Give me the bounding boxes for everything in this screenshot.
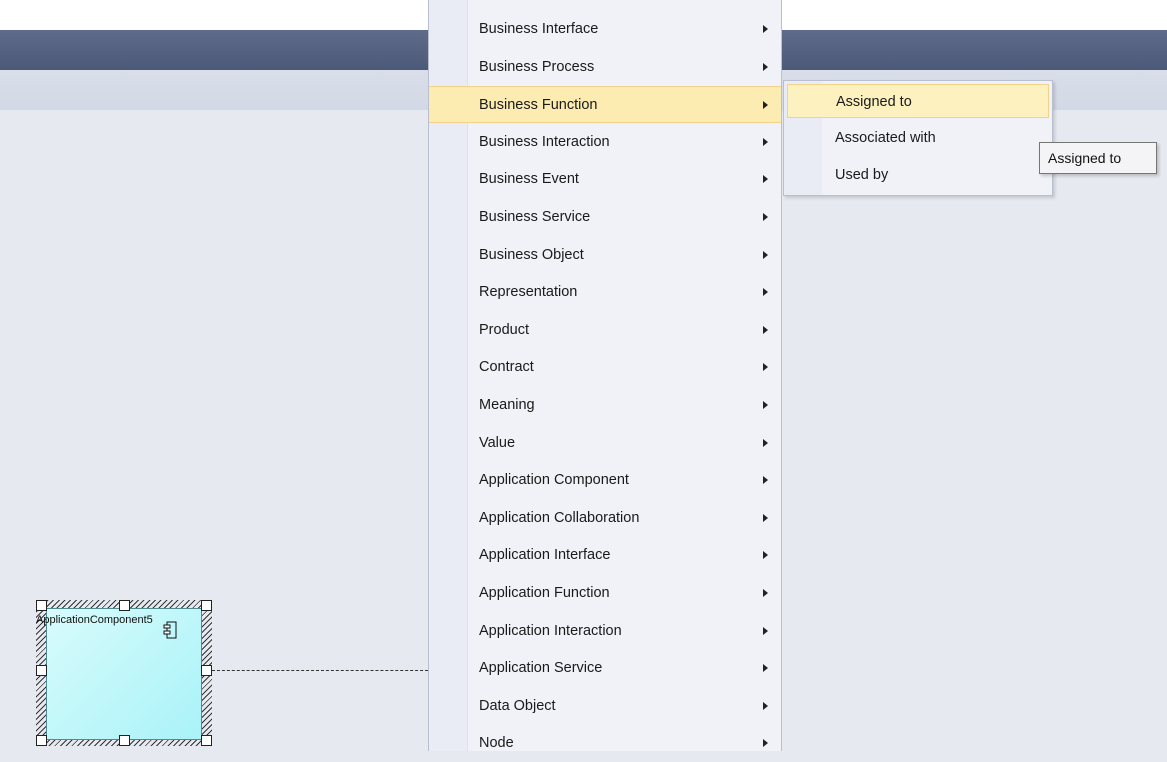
resize-handle-ne[interactable] bbox=[201, 600, 212, 611]
menu-item-application-interaction[interactable]: Application Interaction bbox=[429, 613, 781, 650]
menu-item-business-event[interactable]: Business Event bbox=[429, 161, 781, 198]
menu-item-label: Business Process bbox=[479, 58, 595, 75]
menu-item-label: Business Interface bbox=[479, 21, 599, 37]
submenu-arrow-icon bbox=[763, 62, 768, 71]
menu-item-product[interactable]: Product bbox=[429, 312, 781, 349]
submenu-arrow-icon bbox=[763, 250, 768, 259]
submenu-arrow-icon bbox=[763, 137, 768, 146]
submenu-arrow-icon bbox=[763, 476, 768, 485]
menu-item-label: Node bbox=[479, 735, 514, 752]
submenu-arrow-icon bbox=[763, 175, 768, 184]
component-icon bbox=[163, 621, 177, 639]
submenu-item-label: Associated with bbox=[835, 130, 936, 146]
submenu-arrow-icon bbox=[763, 288, 768, 297]
menu-item-business-interface[interactable]: Business Interface bbox=[429, 11, 781, 48]
menu-item-label: Application Collaboration bbox=[479, 509, 640, 526]
menu-item-business-function[interactable]: Business Function bbox=[429, 86, 781, 124]
submenu-arrow-icon bbox=[763, 626, 768, 635]
submenu-arrow-icon bbox=[763, 401, 768, 409]
submenu-item-used-by[interactable]: Used by bbox=[787, 158, 1049, 192]
menu-item-application-collaboration[interactable]: Application Collaboration bbox=[429, 500, 781, 537]
menu-item-label: Business Object bbox=[479, 246, 584, 263]
submenu-arrow-icon bbox=[763, 589, 768, 597]
menu-item-label: Application Interface bbox=[479, 547, 611, 564]
submenu-arrow-icon bbox=[763, 551, 768, 560]
menu-item-label: Data Object bbox=[479, 697, 556, 714]
menu-item-label: Contract bbox=[479, 359, 534, 376]
menu-item-label: Application Component bbox=[479, 472, 629, 489]
menu-item-label: Application Service bbox=[479, 660, 603, 677]
menu-item-value[interactable]: Value bbox=[429, 425, 781, 462]
resize-handle-se[interactable] bbox=[201, 735, 212, 746]
resize-handle-n[interactable] bbox=[119, 600, 130, 611]
menu-item-label: Business Function bbox=[479, 97, 598, 114]
menu-item-label: Application Function bbox=[479, 585, 610, 601]
menu-item-label: Business Interaction bbox=[479, 133, 610, 150]
resize-handle-e[interactable] bbox=[201, 665, 212, 676]
application-component-element[interactable]: ApplicationComponent5 bbox=[36, 600, 212, 746]
context-menu: Business Interface Business Process Busine… bbox=[428, 0, 782, 751]
submenu-arrow-icon bbox=[763, 664, 768, 673]
submenu-item-label: Used by bbox=[835, 167, 889, 183]
element-body[interactable] bbox=[46, 608, 202, 740]
submenu-item-assigned-to[interactable]: Assigned to bbox=[787, 84, 1049, 118]
menu-item-application-interface[interactable]: Application Interface bbox=[429, 537, 781, 574]
submenu-arrow-icon bbox=[763, 513, 768, 522]
submenu-arrow-icon bbox=[763, 438, 768, 447]
menu-item-business-interaction[interactable]: Business Interaction bbox=[429, 124, 781, 161]
submenu-arrow-icon bbox=[763, 325, 768, 334]
menu-item-label: Meaning bbox=[479, 397, 535, 413]
tooltip: Assigned to bbox=[1039, 142, 1157, 174]
menu-item-node[interactable]: Node bbox=[429, 725, 781, 762]
dashed-connector[interactable] bbox=[212, 670, 428, 671]
menu-item-application-service[interactable]: Application Service bbox=[429, 650, 781, 687]
submenu-arrow-icon bbox=[763, 739, 768, 748]
menu-item-application-component[interactable]: Application Component bbox=[429, 462, 781, 499]
submenu-arrow-icon bbox=[763, 25, 768, 33]
menu-item-label: Application Interaction bbox=[479, 622, 622, 639]
resize-handle-nw[interactable] bbox=[36, 600, 47, 611]
menu-item-application-function[interactable]: Application Function bbox=[429, 575, 781, 612]
submenu-business-function: Assigned to Associated with Used by bbox=[783, 80, 1053, 196]
menu-item-data-object[interactable]: Data Object bbox=[429, 688, 781, 725]
menu-item-label: Value bbox=[479, 434, 516, 451]
menu-item-label: Business Event bbox=[479, 171, 579, 188]
menu-item-label: Product bbox=[479, 321, 529, 338]
menu-item-label: Business Service bbox=[479, 209, 591, 225]
menu-item-business-service[interactable]: Business Service bbox=[429, 199, 781, 236]
menu-item-contract[interactable]: Contract bbox=[429, 349, 781, 386]
resize-handle-sw[interactable] bbox=[36, 735, 47, 746]
submenu-arrow-icon bbox=[763, 213, 768, 221]
menu-item-business-process[interactable]: Business Process bbox=[429, 49, 781, 86]
submenu-arrow-icon bbox=[763, 101, 768, 110]
resize-handle-s[interactable] bbox=[119, 735, 130, 746]
submenu-item-associated-with[interactable]: Associated with bbox=[787, 121, 1049, 155]
menu-item-business-object[interactable]: Business Object bbox=[429, 237, 781, 274]
menu-item-representation[interactable]: Representation bbox=[429, 274, 781, 311]
submenu-arrow-icon bbox=[763, 701, 768, 710]
submenu-arrow-icon bbox=[763, 363, 768, 372]
menu-item-meaning[interactable]: Meaning bbox=[429, 387, 781, 424]
resize-handle-w[interactable] bbox=[36, 665, 47, 676]
submenu-item-label: Assigned to bbox=[836, 94, 912, 110]
menu-item-label: Representation bbox=[479, 284, 578, 301]
element-label: ApplicationComponent5 bbox=[36, 614, 153, 626]
